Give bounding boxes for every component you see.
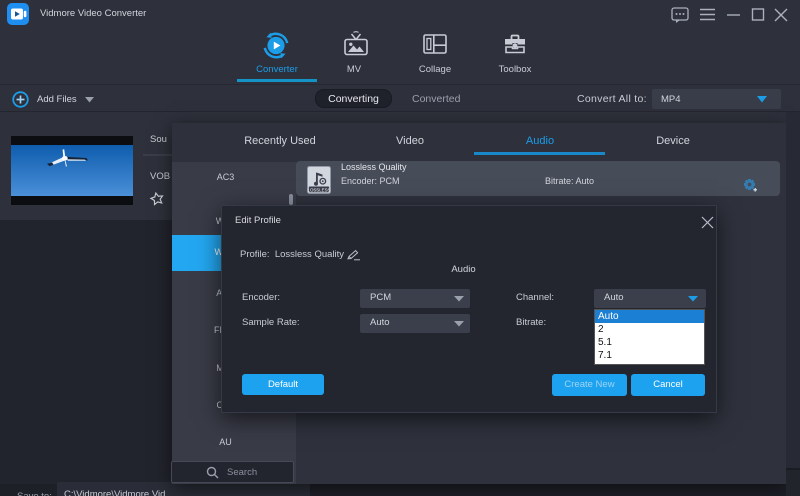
svg-text:LOSSLESS: LOSSLESS bbox=[308, 187, 331, 192]
